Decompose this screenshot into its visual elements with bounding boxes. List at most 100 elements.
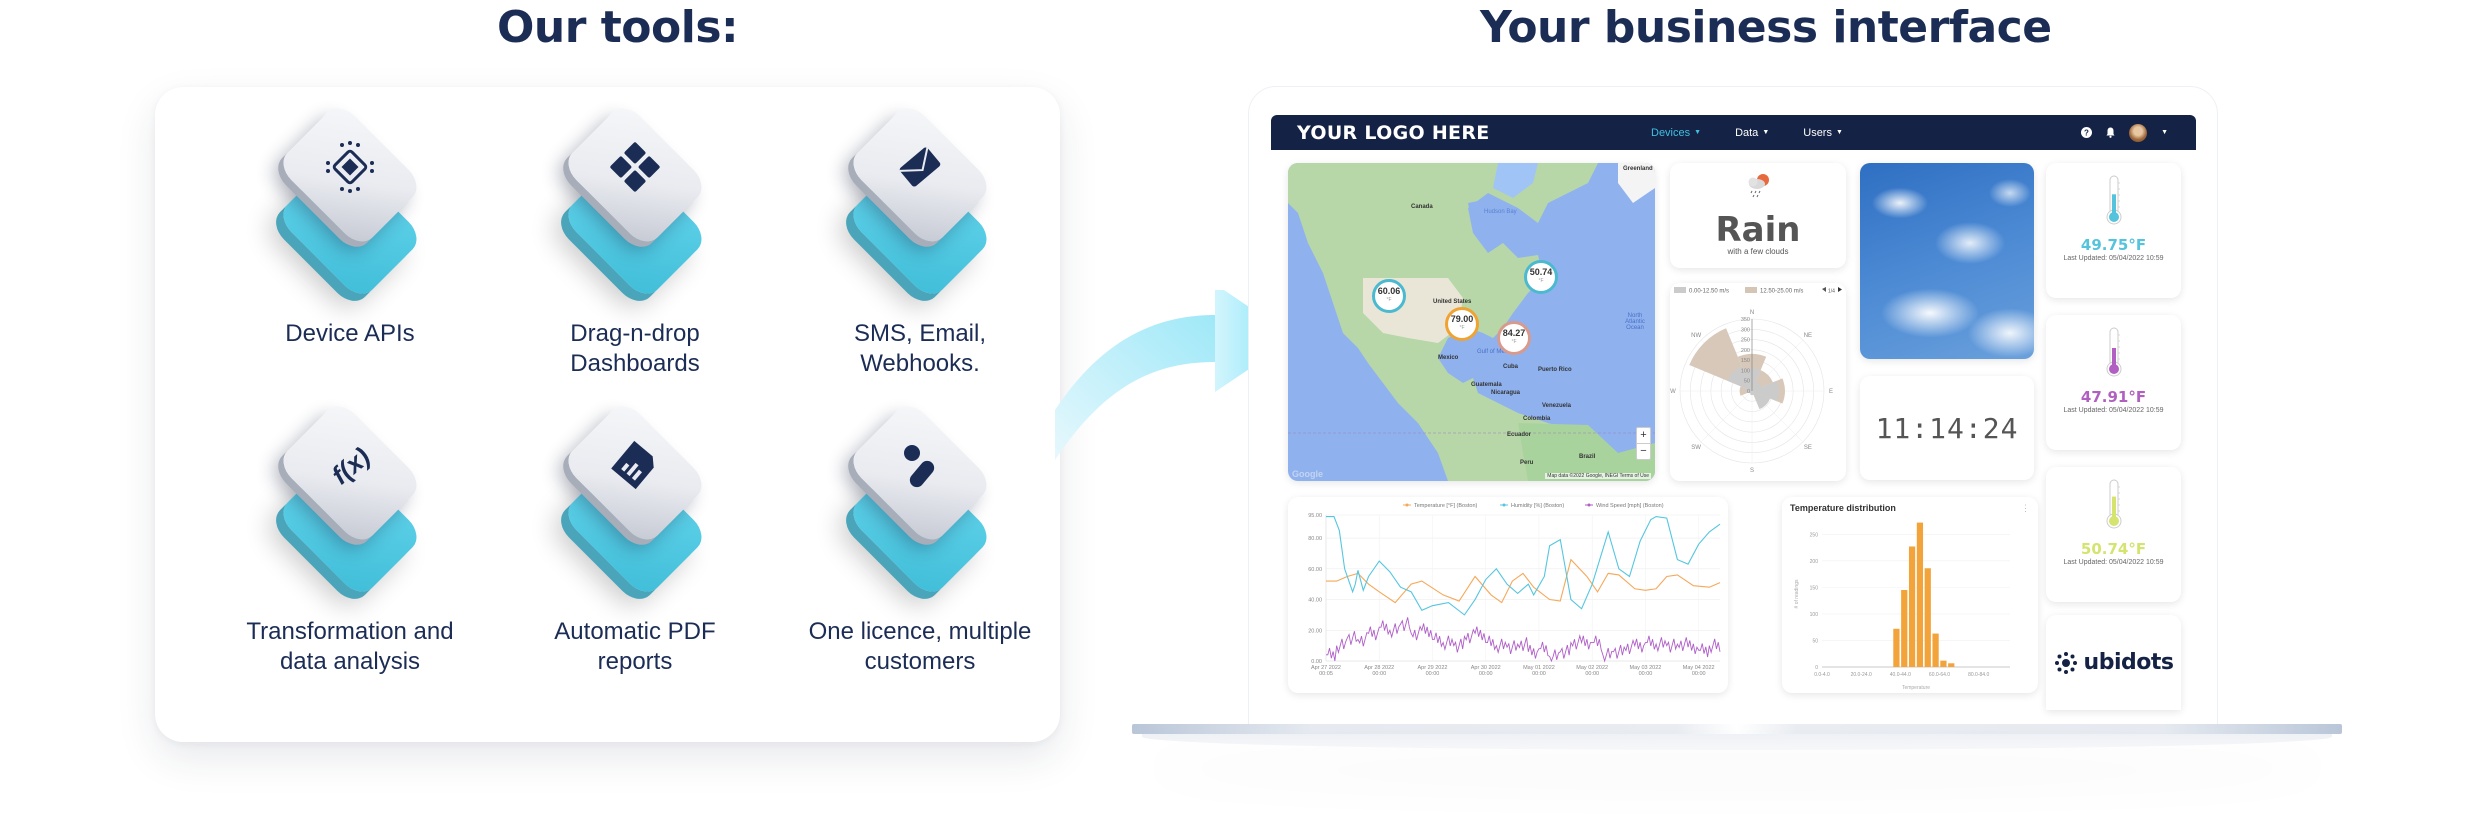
zoom-in-button[interactable]: + [1637,428,1650,443]
tool-label-line: data analysis [279,648,421,675]
radial-tick-label: 150 [1741,358,1750,364]
caret-down-icon[interactable]: ▼ [2161,129,2168,136]
map-marker[interactable]: 50.74 °F [1524,260,1558,294]
series-line-humidity [1326,515,1721,616]
dashboard-navbar: YOUR LOGO HERE Devices ▼ Data ▼ Users ▼ ? ▼ [1271,115,2196,150]
y-tick-label: 95.00 [1308,513,1322,519]
ubidots-brand-card: ubidots [2046,615,2181,710]
nav-item-devices[interactable]: Devices ▼ [1651,127,1701,139]
help-icon[interactable]: ? [2081,127,2093,138]
y-tick-label: 80.00 [1308,536,1322,542]
legend-marker-dot [1502,503,1506,507]
nav-item-users[interactable]: Users ▼ [1803,127,1843,139]
thermometer-bulb [2108,516,2119,526]
thermometer-value: 50.74°F [2080,540,2147,558]
tool-icon-stack [830,398,1010,600]
logo[interactable]: YOUR LOGO HERE [1297,122,1490,144]
tool-item: SMS, Email, Webhooks. [770,100,1070,379]
marker-unit: °F [1538,278,1544,284]
tool-label-line: Webhooks. [860,350,980,377]
thermometer-bulb [2108,212,2119,222]
sky-image [1860,163,2034,359]
chip-icon [320,137,380,197]
ubidots-wordmark: ubidots [2083,650,2174,675]
y-tick-label: 0 [1815,665,1818,671]
thermometer-value: 49.75°F [2080,236,2147,254]
y-tick-label: 200 [1810,559,1819,565]
user-avatar[interactable] [2129,123,2148,142]
map-attribution[interactable]: Map data ©2022 Google, INEGI Terms of Us… [1545,473,1651,479]
tool-item: Automatic PDF reports [485,398,785,677]
marker-value: 50.74 [1529,267,1553,277]
legend-pager: 1/4 [1828,289,1835,295]
legend-label: Wind Speed [mph] (Boston) [1596,503,1664,509]
tool-label: Device APIs [200,319,500,349]
tool-label-line: reports [597,648,673,675]
histogram-bar [1908,546,1916,667]
dashboard-grid-icon [605,137,665,197]
x-tick-label: 00:00 [1426,671,1440,677]
envelope-icon [890,137,950,197]
ubidots-logo-icon [2054,651,2077,674]
histogram-bar [1901,590,1908,667]
tool-icon-stack [260,100,440,302]
radial-tick-label: 100 [1741,368,1750,374]
bell-icon[interactable] [2106,127,2115,138]
map-label: North Atlantic Ocean [1625,313,1645,331]
y-tick-label: 150 [1810,585,1819,591]
nav-item-data[interactable]: Data ▼ [1735,127,1769,139]
tool-icon-stack [830,100,1010,302]
thermometer-widget: 49.75°F Last Updated: 05/04/2022 10:59 [2046,163,2181,298]
thermometer-icon [2106,327,2121,377]
direction-label: W [1670,389,1676,395]
map-label: Puerto Rico [1538,367,1572,373]
thermometer-level [2111,496,2116,519]
tool-label-line: Automatic PDF [554,618,716,645]
tools-panel: Device APIs Drag-n-drop Dashboards SMS, Ema… [155,87,1060,742]
map-label: Brazil [1579,454,1596,460]
thermometer-widget: 47.91°F Last Updated: 05/04/2022 10:59 [2046,315,2181,450]
line-chart-widget: 0.00 20.00 40.00 60.00 80.00 95.00 Apr 27 2022… [1288,497,1728,693]
histogram-widget: Temperature distribution ⋮ 0 50 100 150 200 2… [1782,497,2038,693]
tool-label: Drag-n-drop Dashboards [485,319,785,379]
nav-right: ? ▼ [2081,123,2168,142]
y-axis-label: # of readings [1794,579,1800,608]
marker-unit: °F [1386,297,1392,303]
y-tick-label: 20.00 [1308,628,1322,634]
radial-tick-label: 350 [1741,317,1750,323]
radial-tick-label: 50 [1744,379,1750,385]
map-marker[interactable]: 84.27 °F [1497,321,1531,355]
map-label: Ecuador [1507,432,1532,438]
legend-swatch [1674,287,1686,293]
x-tick-label: 00:00 [1692,671,1706,677]
map-marker[interactable]: 79.00 °F [1445,307,1479,341]
zoom-out-button[interactable]: − [1637,443,1650,459]
x-tick-label: 60.0-64.0 [1929,672,1950,678]
x-tick-label: 20.0-24.0 [1851,672,1872,678]
tool-label: One licence, multiple customers [770,617,1070,677]
caret-down-icon: ▼ [1835,129,1843,136]
line-chart: 0.0020.0040.0060.0080.0095.00Apr 27 2022… [1308,503,1721,677]
tool-label-line: Device APIs [285,320,415,347]
histogram-bar [1916,522,1924,667]
laptop-base [1132,724,2342,734]
map-widget[interactable]: Greenland Canada Hudson Bay United State… [1288,163,1655,481]
legend-label: 0.00-12.50 m/s [1689,289,1729,295]
x-tick-label: 00:00 [1639,671,1653,677]
tool-label-line: Drag-n-drop [570,320,700,347]
marker-unit: °F [1511,339,1517,345]
thermometer-icon [2106,175,2121,225]
thermometer-bulb [2108,364,2119,374]
radial-tick-label: 300 [1741,327,1750,333]
x-tick-label: 40.0-44.0 [1890,672,1911,678]
last-updated: Last Updated: 05/04/2022 10:59 [2063,407,2164,414]
radial-tick-label: 0 [1747,389,1750,395]
histogram-bar [1924,568,1931,667]
marker-value: 60.06 [1377,286,1401,296]
legend-label: Temperature [°F] (Boston) [1414,503,1478,509]
last-updated: Last Updated: 05/04/2022 10:59 [2063,559,2164,566]
thermometer-value: 47.91°F [2080,388,2147,406]
map-marker[interactable]: 60.06 °F [1372,279,1406,313]
caret-down-icon: ▼ [1762,129,1770,136]
users-icon [890,435,950,495]
